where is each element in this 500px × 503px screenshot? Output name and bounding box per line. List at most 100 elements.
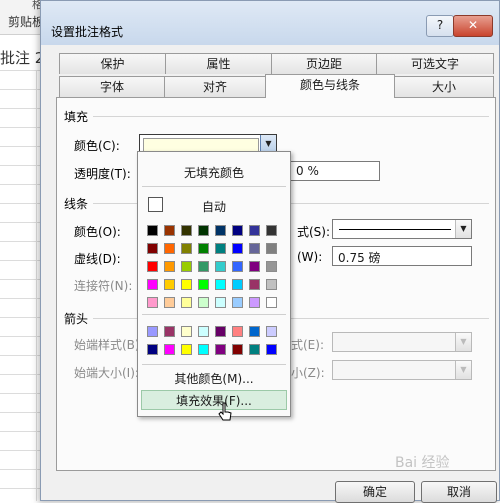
line-style-select[interactable]: ▼ — [332, 219, 472, 239]
color-swatch[interactable] — [266, 243, 277, 254]
color-swatch[interactable] — [266, 344, 277, 355]
divider — [142, 186, 286, 187]
end-style-select[interactable]: ▼ — [332, 332, 472, 352]
color-swatch[interactable] — [164, 344, 175, 355]
tab-alignment[interactable]: 对齐 — [164, 76, 266, 97]
color-swatch[interactable] — [266, 326, 277, 337]
arrows-section-title: 箭头 — [64, 312, 89, 326]
color-swatch[interactable] — [198, 297, 209, 308]
color-swatch[interactable] — [198, 261, 209, 272]
chevron-down-icon: ▼ — [455, 333, 471, 351]
comment-label: 批注 2 — [0, 49, 45, 67]
color-swatch[interactable] — [249, 279, 260, 290]
fill-effects-option[interactable]: 填充效果(F)... — [141, 390, 287, 410]
color-swatch[interactable] — [147, 243, 158, 254]
tab-colors-and-lines[interactable]: 颜色与线条 — [265, 74, 395, 98]
color-swatch[interactable] — [147, 225, 158, 236]
divider — [142, 314, 286, 315]
grid-line — [36, 70, 37, 501]
tab-properties[interactable]: 属性 — [165, 53, 272, 74]
color-swatch[interactable] — [198, 279, 209, 290]
automatic-option[interactable]: 自动 — [202, 198, 226, 215]
tab-font[interactable]: 字体 — [59, 76, 165, 97]
cancel-button[interactable]: 取消 — [421, 481, 497, 503]
color-swatch[interactable] — [232, 344, 243, 355]
color-swatch[interactable] — [181, 279, 192, 290]
color-swatch[interactable] — [198, 344, 209, 355]
color-swatch[interactable] — [181, 297, 192, 308]
line-weight-input[interactable]: 0.75 磅 — [332, 246, 472, 266]
color-swatch[interactable] — [147, 279, 158, 290]
color-swatch[interactable] — [232, 225, 243, 236]
line-style-preview — [339, 229, 451, 230]
color-swatch[interactable] — [266, 261, 277, 272]
watermark: Bai 经验 — [395, 455, 450, 471]
color-swatch[interactable] — [232, 279, 243, 290]
color-swatch[interactable] — [181, 344, 192, 355]
divider — [142, 364, 286, 365]
color-dropdown: 无填充颜色 自动 其他颜色(M)... 填充效果(F)... — [137, 151, 291, 417]
color-swatch[interactable] — [164, 297, 175, 308]
color-swatch[interactable] — [164, 261, 175, 272]
tab-protection[interactable]: 保护 — [59, 53, 166, 74]
color-swatch[interactable] — [232, 326, 243, 337]
clipboard-label: 剪贴板 — [8, 15, 45, 29]
no-fill-option[interactable]: 无填充颜色 — [138, 164, 290, 181]
begin-style-label: 始端样式(B): — [74, 338, 144, 352]
color-swatch[interactable] — [215, 243, 226, 254]
transparency-input[interactable]: 0 % — [290, 161, 380, 181]
color-swatch[interactable] — [164, 225, 175, 236]
color-swatch[interactable] — [215, 225, 226, 236]
color-swatch[interactable] — [147, 261, 158, 272]
color-swatch[interactable] — [198, 243, 209, 254]
color-swatch[interactable] — [164, 326, 175, 337]
color-swatch[interactable] — [215, 297, 226, 308]
help-button[interactable]: ? — [426, 15, 454, 37]
color-swatch[interactable] — [181, 243, 192, 254]
color-swatch[interactable] — [215, 326, 226, 337]
color-swatch[interactable] — [198, 326, 209, 337]
line-section-title: 线条 — [64, 197, 89, 211]
ok-button[interactable]: 确定 — [335, 481, 415, 503]
begin-size-label: 始端大小(I): — [74, 366, 139, 380]
color-swatch[interactable] — [215, 344, 226, 355]
color-swatch[interactable] — [249, 297, 260, 308]
fill-section-title: 填充 — [64, 110, 89, 124]
color-swatch[interactable] — [249, 344, 260, 355]
color-swatch[interactable] — [232, 243, 243, 254]
color-swatch[interactable] — [181, 225, 192, 236]
color-swatch[interactable] — [181, 261, 192, 272]
color-swatch[interactable] — [215, 261, 226, 272]
close-button[interactable]: ✕ — [453, 15, 493, 37]
color-swatch[interactable] — [232, 261, 243, 272]
color-swatch[interactable] — [249, 225, 260, 236]
tab-size[interactable]: 大小 — [394, 76, 494, 97]
color-swatch[interactable] — [147, 326, 158, 337]
dialog-title: 设置批注格式 — [51, 25, 124, 39]
line-weight-value: 0.75 磅 — [338, 251, 381, 265]
color-swatch[interactable] — [266, 225, 277, 236]
chevron-down-icon[interactable]: ▼ — [455, 220, 471, 238]
automatic-swatch[interactable] — [148, 197, 163, 212]
color-swatch[interactable] — [249, 261, 260, 272]
tab-margins[interactable]: 页边距 — [271, 53, 377, 74]
color-swatch[interactable] — [232, 297, 243, 308]
color-swatch[interactable] — [249, 326, 260, 337]
color-swatch[interactable] — [181, 326, 192, 337]
color-swatch[interactable] — [198, 225, 209, 236]
color-swatch[interactable] — [147, 297, 158, 308]
end-size-select[interactable]: ▼ — [332, 360, 472, 380]
divider — [93, 116, 489, 117]
dialog-titlebar[interactable]: 设置批注格式 ? ✕ — [41, 1, 499, 45]
tab-alt-text[interactable]: 可选文字 — [376, 53, 494, 74]
color-swatch[interactable] — [266, 279, 277, 290]
color-swatch[interactable] — [249, 243, 260, 254]
color-swatch[interactable] — [147, 344, 158, 355]
color-swatch[interactable] — [164, 243, 175, 254]
dash-label: 虚线(D): — [74, 252, 121, 266]
line-color-label: 颜色(O): — [74, 225, 121, 239]
color-swatch[interactable] — [215, 279, 226, 290]
color-swatch[interactable] — [164, 279, 175, 290]
color-swatch[interactable] — [266, 297, 277, 308]
more-colors-option[interactable]: 其他颜色(M)... — [138, 370, 290, 387]
